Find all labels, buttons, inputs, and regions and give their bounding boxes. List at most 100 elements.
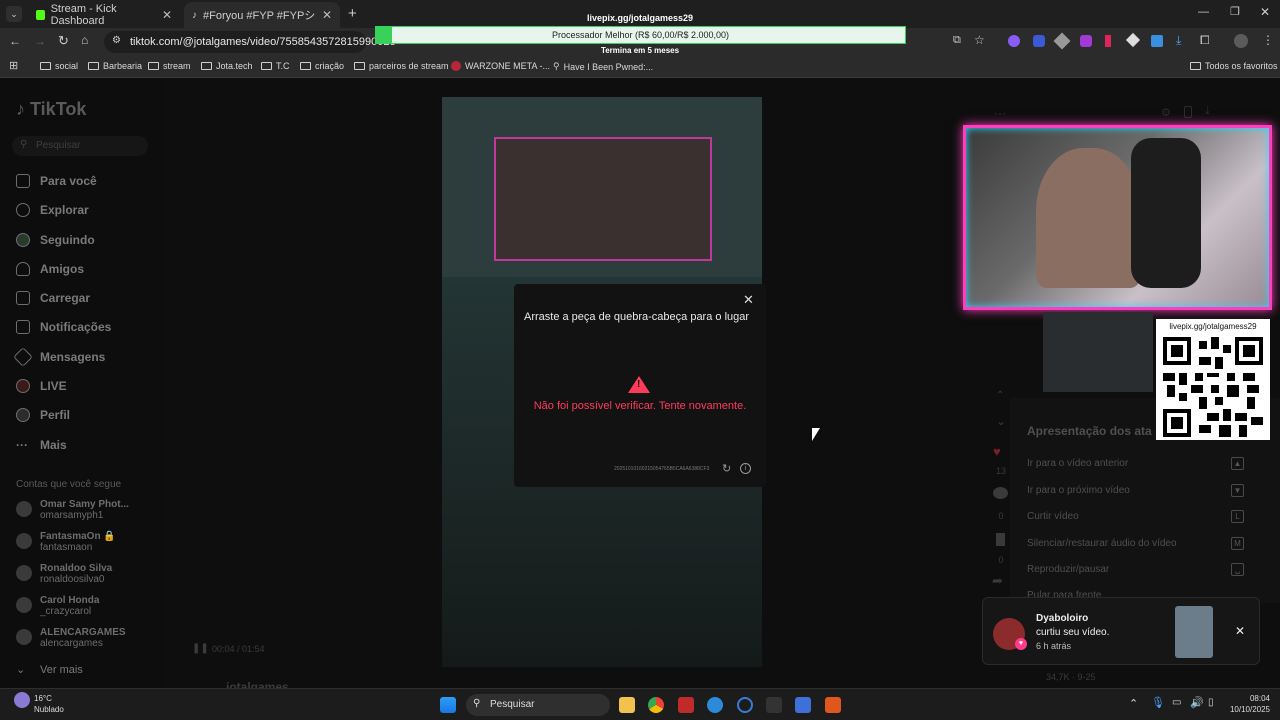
minimize-icon[interactable]: — — [1198, 6, 1209, 18]
bookmark-all-favorites[interactable]: Todos os favoritos — [1190, 61, 1278, 71]
close-tab-icon[interactable]: ✕ — [162, 8, 172, 22]
bookmark-icon[interactable] — [996, 533, 1005, 546]
extension-icon-7[interactable] — [1151, 35, 1163, 47]
menu-icon[interactable]: ⋮ — [1262, 33, 1274, 47]
profile-icon[interactable] — [1234, 34, 1248, 48]
file-explorer-icon[interactable] — [619, 697, 635, 713]
pause-icon[interactable]: ❚❚ — [192, 643, 209, 654]
webcam-person — [1036, 148, 1141, 288]
tab-kick-dashboard[interactable]: Stream - Kick Dashboard ✕ — [28, 2, 180, 28]
network-icon[interactable]: ▭ — [1172, 697, 1181, 708]
bookmark-parceiros[interactable]: parceiros de stream — [354, 61, 449, 71]
reload-icon[interactable]: ↻ — [58, 33, 69, 49]
video-time: 00:04 / 01:54 — [212, 644, 265, 654]
tab-tiktok-video[interactable]: ♪ #Foryou #FYP #FYPシ #ParaVoc ✕ — [184, 2, 340, 28]
nav-profile[interactable]: Perfil — [16, 408, 70, 422]
extensions-icon[interactable]: ⧠ — [1200, 33, 1210, 48]
tiktok-icon: ♪ — [192, 9, 197, 21]
tab-search-icon[interactable]: ⌄ — [6, 6, 22, 22]
edge-icon[interactable] — [707, 697, 723, 713]
account-item[interactable]: Omar Samy Phot... omarsamyph1 — [16, 499, 129, 521]
app-icon-red[interactable] — [678, 697, 694, 713]
url-field[interactable]: ⚙ tiktok.com/@jotalgames/video/755854357… — [104, 31, 396, 53]
nav-upload[interactable]: Carregar — [16, 291, 90, 305]
home-icon[interactable]: ⌂ — [81, 33, 88, 47]
chevron-down-icon: ⌄ — [16, 664, 26, 676]
nav-following[interactable]: Seguindo — [16, 233, 95, 247]
nav-explore[interactable]: Explorar — [16, 203, 89, 217]
account-item[interactable]: FantasmaOn 🔒 fantasmaon — [16, 531, 116, 553]
extension-icon-4[interactable] — [1080, 35, 1092, 47]
bookmark-jota-tech[interactable]: Jota.tech — [201, 61, 253, 71]
bookmark-stream[interactable]: stream — [148, 61, 191, 71]
heart-icon[interactable]: ♥ — [993, 444, 1001, 459]
bookmark-warzone[interactable]: WARZONE META -... — [451, 61, 550, 71]
bookmark-criacao[interactable]: criação — [300, 61, 344, 71]
back-icon[interactable]: ← — [9, 34, 21, 48]
close-icon[interactable]: ✕ — [1235, 624, 1245, 638]
bookmark-star-icon[interactable]: ☆ — [974, 33, 985, 47]
comment-icon[interactable] — [993, 487, 1008, 499]
close-icon[interactable]: ✕ — [743, 292, 754, 308]
volume-icon[interactable]: 🔊 — [1190, 696, 1204, 709]
shortcut-key: ▼ — [1231, 484, 1244, 497]
chrome-icon[interactable] — [648, 697, 664, 713]
phone-icon[interactable] — [1184, 106, 1192, 118]
search-input[interactable]: ⚲ Pesquisar — [12, 136, 148, 156]
like-notification[interactable]: ♥ Dyaboloiro curtiu seu vídeo. 6 h atrás… — [982, 597, 1260, 665]
extension-icon-2[interactable] — [1033, 35, 1045, 47]
more-options-icon[interactable]: ··· — [994, 106, 1006, 120]
bookmark-tc[interactable]: T.C — [261, 61, 290, 71]
account-item[interactable]: Carol Honda _crazycarol — [16, 595, 99, 617]
epic-games-icon[interactable] — [766, 697, 782, 713]
close-window-icon[interactable]: ✕ — [1260, 5, 1270, 19]
site-info-icon[interactable]: ⚙ — [112, 35, 121, 46]
nav-notifications[interactable]: Notificações — [16, 320, 111, 334]
new-tab-icon[interactable]: + — [348, 5, 357, 22]
settings-icon[interactable]: ⚙ — [1161, 106, 1171, 119]
bookmark-haveibeenpwned[interactable]: ⚲ Have I Been Pwned:... — [553, 61, 653, 72]
windows-start-icon[interactable] — [440, 697, 456, 713]
info-icon[interactable]: i — [740, 463, 751, 474]
account-item[interactable]: Ronaldoo Silva ronaldoosilva0 — [16, 563, 112, 585]
close-tab-icon[interactable]: ✕ — [322, 8, 332, 22]
nav-friends[interactable]: Amigos — [16, 262, 84, 276]
captcha-code: 20251010160215054765B5CA6A6388CF3 — [614, 466, 710, 472]
download-icon[interactable]: ⤓ — [1176, 33, 1181, 48]
tiktok-logo[interactable]: ♪ TikTok — [16, 99, 86, 120]
share-icon[interactable]: ➦ — [992, 573, 1003, 589]
notif-text: curtiu seu vídeo. — [1036, 627, 1110, 638]
nav-for-you[interactable]: Para você — [16, 174, 97, 188]
extension-icon-1[interactable] — [1008, 35, 1020, 47]
app-icon-blue[interactable] — [737, 697, 753, 713]
maximize-icon[interactable]: ❐ — [1230, 5, 1240, 18]
bookmark-barbearia[interactable]: Barbearia — [88, 61, 142, 71]
download-app-icon[interactable]: ⤓ — [1205, 105, 1210, 118]
battery-icon[interactable]: ▯ — [1208, 697, 1214, 708]
extension-icon-6[interactable] — [1125, 32, 1141, 48]
extension-icon-5[interactable] — [1105, 35, 1111, 47]
app-icon-orange[interactable] — [825, 697, 841, 713]
mic-icon[interactable]: 🎙 — [1151, 696, 1165, 709]
shortcut-row: Reproduzir/pausar — [1027, 564, 1110, 575]
forward-icon[interactable]: → — [34, 34, 46, 48]
nav-messages[interactable]: Mensagens — [13, 347, 105, 367]
app-icon-cube[interactable] — [795, 697, 811, 713]
nav-live[interactable]: LIVE — [16, 379, 67, 393]
extension-icon-3[interactable] — [1053, 32, 1071, 50]
warzone-icon — [451, 61, 461, 71]
bookmark-social[interactable]: social — [40, 61, 78, 71]
apps-icon[interactable]: ⊞ — [9, 59, 18, 72]
scroll-up-icon[interactable]: ⌃ — [996, 390, 1004, 401]
see-more-link[interactable]: ⌄ Ver mais — [16, 663, 83, 677]
install-app-icon[interactable]: ⧉ — [953, 34, 961, 47]
clock-time: 08:04 — [1249, 694, 1270, 703]
account-item[interactable]: ALENCARGAMES alencargames — [16, 627, 126, 649]
weather-icon[interactable] — [14, 692, 30, 708]
tray-chevron-icon[interactable]: ⌃ — [1129, 697, 1138, 710]
nav-more[interactable]: ··· Mais — [16, 438, 67, 452]
scroll-down-icon[interactable]: ⌄ — [996, 414, 1006, 428]
url-text: tiktok.com/@jotalgames/video/75585435728… — [130, 36, 396, 48]
taskbar-search[interactable]: ⚲ Pesquisar — [466, 694, 610, 716]
refresh-icon[interactable]: ↻ — [722, 462, 731, 475]
